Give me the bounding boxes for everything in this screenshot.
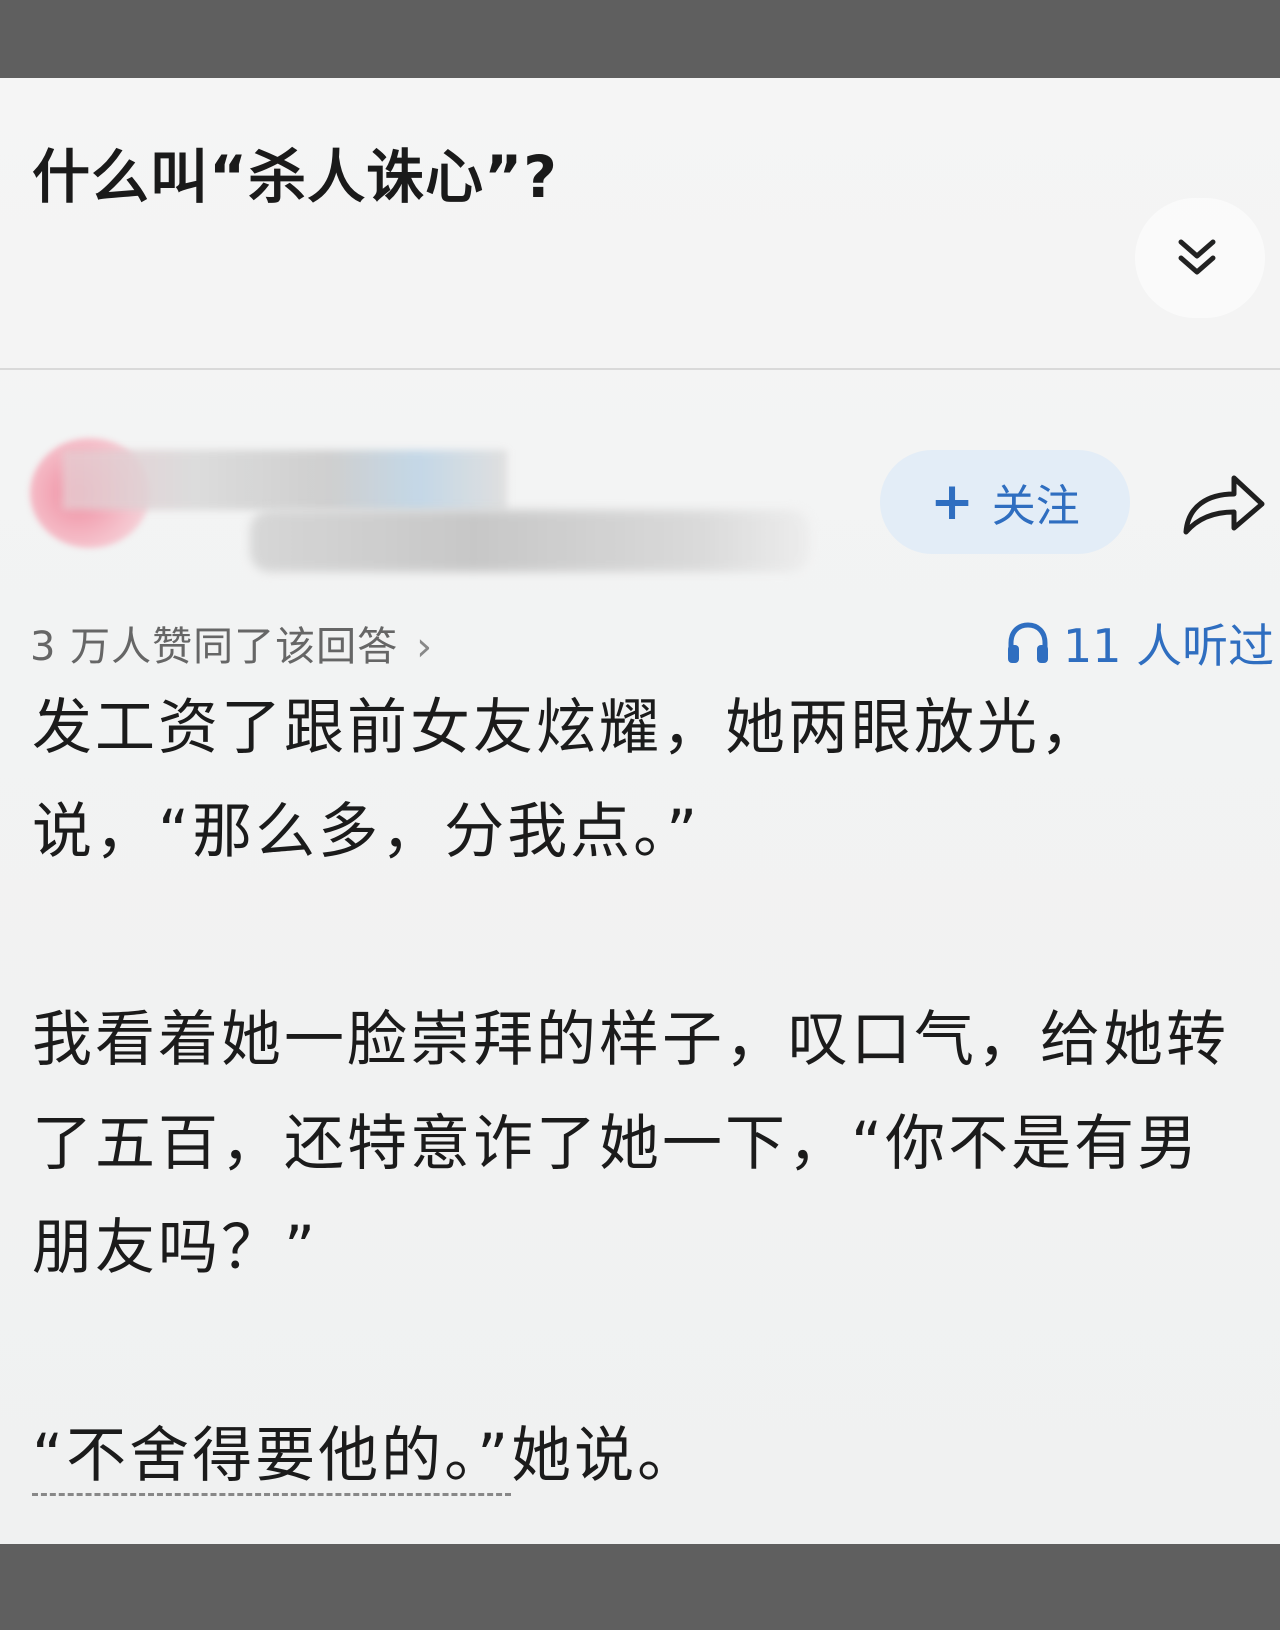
answer-body: 发工资了跟前女友炫耀，她两眼放光，说，“那么多，分我点。” 我看着她一脸崇拜的样… [32, 676, 1262, 1508]
share-arrow-icon[interactable] [1180, 466, 1268, 540]
double-chevron-down-icon [1178, 239, 1216, 275]
bottom-letterbox [0, 1544, 1280, 1630]
author-name-blurred[interactable] [62, 450, 507, 510]
answer-paragraph: “不舍得要他的。”她说。 [32, 1404, 1262, 1508]
listen-stats[interactable]: 11 人听过 [1005, 610, 1274, 676]
follow-label: 关注 [991, 481, 1080, 532]
answer-paragraph: 发工资了跟前女友炫耀，她两眼放光，说，“那么多，分我点。” [32, 693, 1103, 867]
plus-icon: + [930, 472, 974, 532]
upvote-count: 3 万人赞同了该回答 [30, 624, 399, 670]
listen-count: 11 人听过 [1063, 619, 1275, 673]
highlighted-quote[interactable]: “不舍得要他的。” [32, 1421, 512, 1496]
question-title[interactable]: 什么叫“杀人诛心”? [32, 130, 558, 214]
chevron-right-icon: › [416, 624, 434, 670]
quote-tail: 她说。 [511, 1421, 701, 1491]
divider [0, 368, 1280, 370]
expand-button[interactable] [1135, 198, 1265, 318]
author-bio-blurred [250, 510, 810, 572]
headphones-icon [1008, 622, 1048, 663]
upvote-stats[interactable]: 3 万人赞同了该回答 › [30, 614, 433, 672]
answer-screen: 什么叫“杀人诛心”? + 关注 3 万人赞同了该回答 › 11 人听过 发工资了跟… [0, 78, 1280, 1544]
answer-paragraph: 我看着她一脸崇拜的样子，叹口气，给她转了五百，还特意诈了她一下，“你不是有男朋友… [32, 1005, 1229, 1283]
follow-button[interactable]: + 关注 [880, 450, 1130, 554]
